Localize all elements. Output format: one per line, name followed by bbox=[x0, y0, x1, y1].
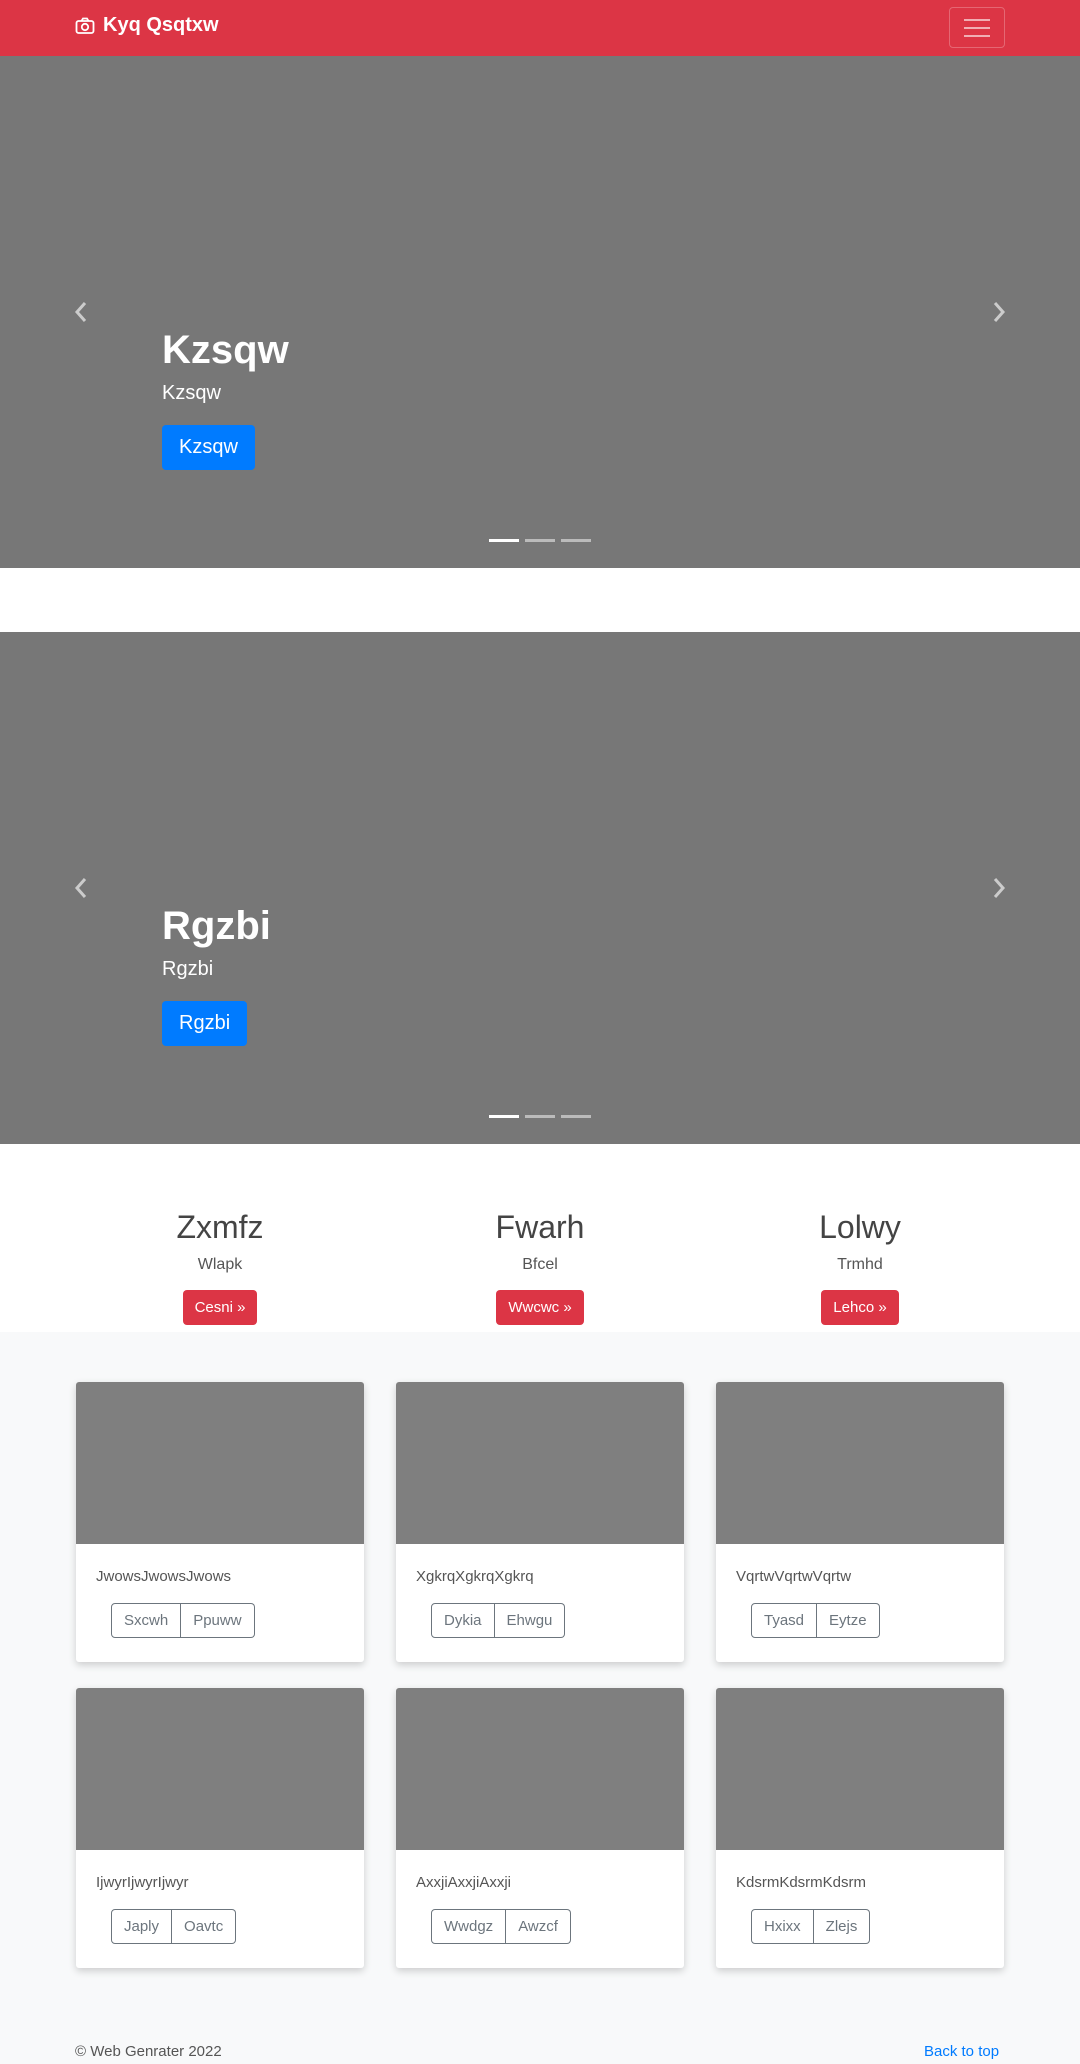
hero-carousel-1: Kzsqw Kzsqw Kzsqw bbox=[0, 56, 1080, 568]
card-button-group: Japly Oavtc bbox=[111, 1909, 237, 1944]
card-text: AxxjiAxxjiAxxji bbox=[416, 1874, 512, 1891]
feature-column: Zxmfz Wlapk Cesni » bbox=[70, 1209, 370, 1325]
feature-text: Bfcel bbox=[522, 1256, 558, 1273]
feature-button[interactable]: Wwcwc » bbox=[496, 1290, 584, 1325]
carousel-caption: Kzsqw Kzsqw Kzsqw bbox=[162, 328, 289, 470]
card-view-button[interactable]: Sxcwh bbox=[111, 1603, 182, 1638]
carousel-subtitle: Kzsqw bbox=[162, 382, 221, 404]
hamburger-icon bbox=[964, 18, 990, 21]
carousel-indicators bbox=[489, 1115, 591, 1118]
carousel-indicator[interactable] bbox=[561, 1115, 591, 1118]
feature-button[interactable]: Lehco » bbox=[821, 1290, 899, 1325]
card-edit-button[interactable]: Zlejs bbox=[813, 1909, 871, 1944]
album-card: AxxjiAxxjiAxxji Wwdgz Awzcf bbox=[396, 1688, 684, 1968]
card-thumbnail bbox=[716, 1382, 1004, 1544]
card-edit-button[interactable]: Awzcf bbox=[506, 1909, 571, 1944]
chevron-right-icon bbox=[993, 878, 1006, 898]
card-text: KdsrmKdsrmKdsrm bbox=[736, 1874, 867, 1891]
card-thumbnail bbox=[716, 1688, 1004, 1850]
card-view-button[interactable]: Japly bbox=[111, 1909, 173, 1944]
album-card: XgkrqXgkrqXgkrq Dykia Ehwgu bbox=[396, 1382, 684, 1662]
card-view-button[interactable]: Tyasd bbox=[751, 1603, 818, 1638]
card-text: XgkrqXgkrqXgkrq bbox=[416, 1568, 534, 1585]
feature-heading: Fwarh bbox=[495, 1209, 585, 1245]
carousel-indicators bbox=[489, 539, 591, 542]
feature-column: Lolwy Trmhd Lehco » bbox=[710, 1209, 1010, 1325]
carousel-indicator[interactable] bbox=[525, 539, 555, 542]
brand-name: Kyq Qsqtxw bbox=[103, 14, 219, 36]
carousel-subtitle: Rgzbi bbox=[162, 958, 214, 980]
card-button-group: Tyasd Eytze bbox=[751, 1603, 880, 1638]
chevron-right-icon bbox=[993, 302, 1006, 322]
carousel-title: Rgzbi bbox=[162, 904, 271, 948]
card-button-group: Sxcwh Ppuww bbox=[111, 1603, 255, 1638]
album-card: JwowsJwowsJwows Sxcwh Ppuww bbox=[76, 1382, 364, 1662]
feature-heading: Zxmfz bbox=[176, 1209, 264, 1245]
carousel-indicator[interactable] bbox=[525, 1115, 555, 1118]
brand-link[interactable]: Kyq Qsqtxw bbox=[75, 14, 219, 37]
hero-carousel-2: Rgzbi Rgzbi Rgzbi bbox=[0, 632, 1080, 1144]
card-thumbnail bbox=[76, 1688, 364, 1850]
card-thumbnail bbox=[396, 1382, 684, 1544]
feature-text: Trmhd bbox=[837, 1256, 883, 1273]
card-thumbnail bbox=[396, 1688, 684, 1850]
card-button-group: Wwdgz Awzcf bbox=[431, 1909, 571, 1944]
feature-text: Wlapk bbox=[197, 1256, 243, 1273]
feature-button[interactable]: Cesni » bbox=[182, 1290, 258, 1325]
carousel-indicator[interactable] bbox=[489, 539, 519, 542]
card-button-group: Hxixx Zlejs bbox=[751, 1909, 871, 1944]
feature-heading: Lolwy bbox=[819, 1209, 901, 1245]
carousel-cta-button[interactable]: Rgzbi bbox=[162, 1001, 248, 1046]
album-card: VqrtwVqrtwVqrtw Tyasd Eytze bbox=[716, 1382, 1004, 1662]
card-button-group: Dykia Ehwgu bbox=[431, 1603, 566, 1638]
carousel-prev-button[interactable] bbox=[66, 873, 96, 903]
card-text: VqrtwVqrtwVqrtw bbox=[736, 1568, 852, 1585]
carousel-next-button[interactable] bbox=[984, 297, 1014, 327]
back-to-top-link[interactable]: Back to top bbox=[924, 2043, 999, 2060]
card-view-button[interactable]: Wwdgz bbox=[431, 1909, 507, 1944]
chevron-left-icon bbox=[74, 302, 87, 322]
card-text: JwowsJwowsJwows bbox=[96, 1568, 232, 1585]
card-text: IjwyrIjwyrIjwyr bbox=[96, 1874, 189, 1891]
carousel-prev-button[interactable] bbox=[66, 297, 96, 327]
card-edit-button[interactable]: Ppuww bbox=[181, 1603, 255, 1638]
card-edit-button[interactable]: Oavtc bbox=[172, 1909, 237, 1944]
carousel-indicator[interactable] bbox=[561, 539, 591, 542]
chevron-left-icon bbox=[74, 878, 87, 898]
carousel-cta-button[interactable]: Kzsqw bbox=[162, 425, 255, 470]
navbar: Kyq Qsqtxw bbox=[0, 0, 1080, 56]
card-edit-button[interactable]: Eytze bbox=[817, 1603, 880, 1638]
navbar-toggler-button[interactable] bbox=[949, 7, 1005, 48]
card-view-button[interactable]: Dykia bbox=[431, 1603, 495, 1638]
card-edit-button[interactable]: Ehwgu bbox=[494, 1603, 566, 1638]
carousel-next-button[interactable] bbox=[984, 873, 1014, 903]
album-card: IjwyrIjwyrIjwyr Japly Oavtc bbox=[76, 1688, 364, 1968]
carousel-title: Kzsqw bbox=[162, 328, 289, 372]
card-thumbnail bbox=[76, 1382, 364, 1544]
album-section: JwowsJwowsJwows Sxcwh Ppuww XgkrqXgkrqXg… bbox=[0, 1332, 1080, 2064]
carousel-indicator[interactable] bbox=[489, 1115, 519, 1118]
album-card: KdsrmKdsrmKdsrm Hxixx Zlejs bbox=[716, 1688, 1004, 1968]
features-section: Zxmfz Wlapk Cesni » Fwarh Bfcel Wwcwc » … bbox=[0, 1144, 1080, 1332]
card-view-button[interactable]: Hxixx bbox=[751, 1909, 814, 1944]
footer-copyright: © Web Genrater 2022 bbox=[75, 2043, 222, 2060]
camera-icon bbox=[75, 17, 95, 34]
carousel-caption: Rgzbi Rgzbi Rgzbi bbox=[162, 904, 271, 1046]
feature-column: Fwarh Bfcel Wwcwc » bbox=[390, 1209, 690, 1325]
